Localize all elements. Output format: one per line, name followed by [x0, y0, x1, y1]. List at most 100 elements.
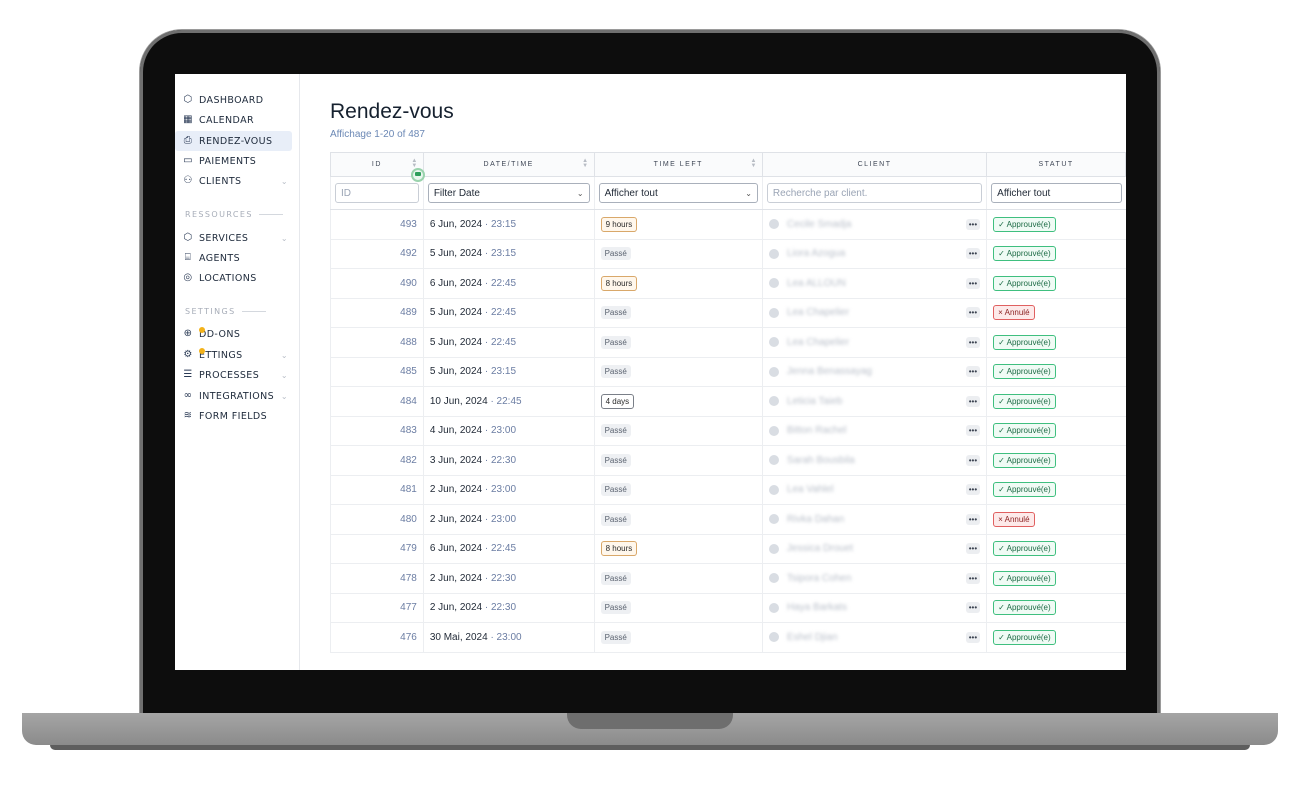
sidebar-item-rendez-vous[interactable]: ⎙ RENDEZ-VOUS: [175, 131, 292, 151]
table-row[interactable]: 483 4 Jun, 2024 · 23:00 Passé Bitton Rachel…: [330, 416, 1126, 446]
sidebar-item-processes[interactable]: ☰ PROCESSES ⌄: [175, 365, 292, 385]
client-name[interactable]: Leticia Taieb: [787, 396, 842, 407]
sidebar-item-agents[interactable]: ⌸ AGENTS: [175, 248, 292, 268]
row-id[interactable]: 479: [330, 534, 424, 564]
sidebar-item-integrations[interactable]: ∞ INTEGRATIONS ⌄: [175, 386, 292, 406]
table-row[interactable]: 484 10 Jun, 2024 · 22:45 4 days Leticia Tai…: [330, 386, 1126, 417]
more-options-icon[interactable]: •••: [965, 513, 981, 525]
row-client: Liora Azogua •••: [761, 239, 987, 269]
client-name[interactable]: Lea Chapelier: [787, 337, 849, 348]
id-filter-input[interactable]: ID: [335, 183, 419, 203]
sidebar-item-paiements[interactable]: ▭ PAIEMENTS: [175, 151, 292, 171]
row-id[interactable]: 480: [330, 504, 424, 535]
client-name[interactable]: Cecile Smadja: [787, 219, 851, 230]
client-name[interactable]: Tsipora Cohen: [787, 573, 851, 584]
client-name[interactable]: Lea ALLOUN: [787, 278, 846, 289]
sidebar-item-locations[interactable]: ◎ LOCATIONS: [175, 268, 292, 288]
table-row[interactable]: 478 2 Jun, 2024 · 22:30 Passé Tsipora Cohen…: [330, 563, 1126, 594]
more-options-icon[interactable]: •••: [965, 631, 981, 643]
client-name[interactable]: Rivka Dahan: [787, 514, 844, 525]
more-options-icon[interactable]: •••: [965, 366, 981, 378]
client-name[interactable]: Lea Chapelier: [787, 307, 849, 318]
time-left-badge: Passé: [600, 601, 631, 615]
row-id[interactable]: 492: [330, 239, 424, 269]
row-id[interactable]: 484: [330, 386, 424, 417]
sidebar-item-label: CLIENTS: [199, 175, 242, 187]
row-id[interactable]: 485: [330, 357, 424, 387]
column-header-statut[interactable]: STATUT: [986, 152, 1126, 177]
status-filter-select[interactable]: Afficher tout: [991, 183, 1122, 203]
status-badge: ✓ Approuvé(e): [993, 275, 1056, 291]
row-status: ✓ Approuvé(e): [986, 622, 1126, 653]
more-options-icon[interactable]: •••: [965, 602, 981, 614]
table-row[interactable]: 489 5 Jun, 2024 · 22:45 Passé Lea Chapelier…: [330, 298, 1126, 328]
row-id[interactable]: 490: [330, 268, 424, 299]
table-row[interactable]: 482 3 Jun, 2024 · 22:30 Passé Sarah Bousbil…: [330, 445, 1126, 476]
sidebar-item-clients[interactable]: ⚇ CLIENTS ⌄: [175, 171, 292, 191]
row-id[interactable]: 483: [330, 416, 424, 446]
table-row[interactable]: 492 5 Jun, 2024 · 23:15 Passé Liora Azogua •…: [330, 239, 1126, 269]
date-filter-select[interactable]: Filter Date ⌄: [427, 183, 590, 203]
more-options-icon[interactable]: •••: [965, 248, 981, 260]
client-name[interactable]: Haya Barkats: [787, 602, 847, 613]
row-id[interactable]: 493: [330, 209, 424, 240]
more-options-icon[interactable]: •••: [965, 425, 981, 437]
row-id[interactable]: 478: [330, 563, 424, 594]
client-name[interactable]: Jenna Benassayag: [787, 366, 872, 377]
client-name[interactable]: Lea Vahlel: [787, 484, 834, 495]
table-row[interactable]: 490 6 Jun, 2024 · 22:45 8 hours Lea ALLOUN •…: [330, 268, 1126, 299]
row-id[interactable]: 488: [330, 327, 424, 358]
users-icon: ⚇: [183, 175, 193, 186]
column-header-timeleft[interactable]: TIME LEFT ▲ ▼: [593, 152, 763, 177]
row-id[interactable]: 481: [330, 475, 424, 505]
sidebar-item-dd-ons[interactable]: ⊕ DD-ONS: [175, 324, 292, 344]
row-client: Sarah Bousbila •••: [761, 445, 987, 476]
row-id[interactable]: 476: [330, 622, 424, 653]
row-status: ✓ Approuvé(e): [986, 593, 1126, 623]
more-options-icon[interactable]: •••: [965, 454, 981, 466]
sidebar-item-calendar[interactable]: ▦ CALENDAR: [175, 110, 292, 130]
inbox-icon: ⎙: [183, 135, 193, 146]
column-header-client[interactable]: CLIENT: [761, 152, 988, 177]
time-left-badge: 9 hours: [600, 216, 638, 232]
table-row[interactable]: 476 30 Mai, 2024 · 23:00 Passé Eshel Djian •…: [330, 622, 1126, 653]
client-name[interactable]: Liora Azogua: [787, 248, 845, 259]
sidebar-item-services[interactable]: ⬡ SERVICES ⌄: [175, 228, 292, 248]
row-id[interactable]: 477: [330, 593, 424, 623]
sidebar-item-ettings[interactable]: ⚙ ETTINGS ⌄: [175, 345, 292, 365]
client-name[interactable]: Bitton Rachel: [787, 425, 846, 436]
client-name[interactable]: Jessica Drouet: [787, 543, 853, 554]
row-timeleft: Passé: [593, 357, 763, 387]
table-row[interactable]: 479 6 Jun, 2024 · 22:45 8 hours Jessica Dro…: [330, 534, 1126, 564]
client-name[interactable]: Sarah Bousbila: [787, 455, 855, 466]
chat-bubble-icon[interactable]: [411, 168, 425, 182]
more-options-icon[interactable]: •••: [965, 336, 981, 348]
sidebar-section-title: SETTINGS: [185, 307, 266, 316]
row-id[interactable]: 489: [330, 298, 424, 328]
column-header-datetime[interactable]: DATE/TIME ▲ ▼: [422, 152, 595, 177]
more-options-icon[interactable]: •••: [965, 572, 981, 584]
more-options-icon[interactable]: •••: [965, 307, 981, 319]
column-header-id[interactable]: ID ▲ ▼: [330, 152, 424, 177]
client-search-input[interactable]: Recherche par client.: [766, 183, 983, 203]
table-row[interactable]: 481 2 Jun, 2024 · 23:00 Passé Lea Vahlel •••…: [330, 475, 1126, 505]
table-row[interactable]: 477 2 Jun, 2024 · 22:30 Passé Haya Barkats •…: [330, 593, 1126, 623]
sidebar: ⬡ DASHBOARD ▦ CALENDAR ⎙ RENDEZ-VOUS ▭ PAIEMENT…: [175, 74, 300, 670]
more-options-icon[interactable]: •••: [965, 277, 981, 289]
row-id[interactable]: 482: [330, 445, 424, 476]
more-options-icon[interactable]: •••: [965, 484, 981, 496]
sidebar-item-dashboard[interactable]: ⬡ DASHBOARD: [175, 90, 292, 110]
table-row[interactable]: 485 5 Jun, 2024 · 23:15 Passé Jenna Benassa…: [330, 357, 1126, 387]
more-options-icon[interactable]: •••: [965, 218, 981, 230]
cube-icon: ⬡: [183, 232, 193, 243]
row-status: ✓ Approuvé(e): [986, 475, 1126, 505]
sidebar-item-form-fields[interactable]: ≋ FORM FIELDS: [175, 406, 292, 426]
table-row[interactable]: 488 5 Jun, 2024 · 22:45 Passé Lea Chapelier…: [330, 327, 1126, 358]
table-row[interactable]: 493 6 Jun, 2024 · 23:15 9 hours Cecile Smad…: [330, 209, 1126, 240]
timeleft-filter-select[interactable]: Afficher tout ⌄: [598, 183, 758, 203]
more-options-icon[interactable]: •••: [965, 395, 981, 407]
more-options-icon[interactable]: •••: [965, 543, 981, 555]
sidebar-item-label: PAIEMENTS: [199, 155, 257, 167]
client-name[interactable]: Eshel Djian: [787, 632, 838, 643]
table-row[interactable]: 480 2 Jun, 2024 · 23:00 Passé Rivka Dahan ••…: [330, 504, 1126, 535]
